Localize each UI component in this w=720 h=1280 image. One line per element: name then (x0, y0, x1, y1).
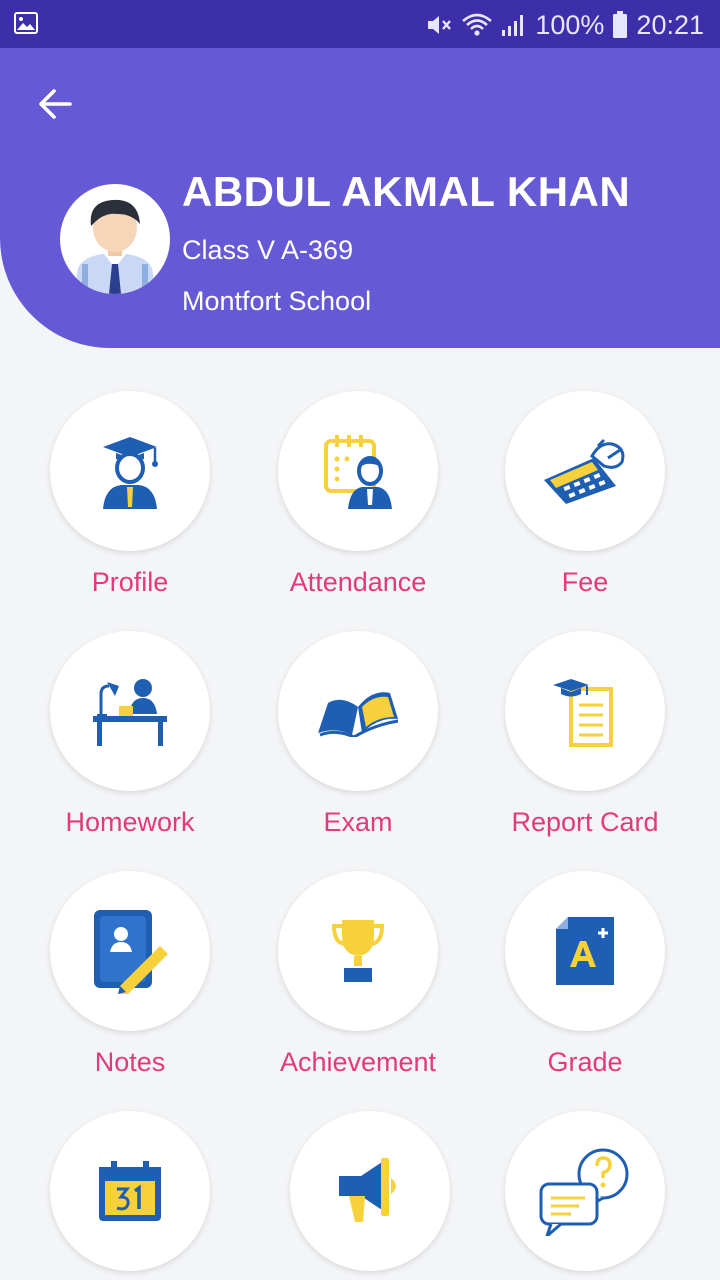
menu-support[interactable] (485, 1111, 685, 1271)
menu-profile[interactable]: Profile (30, 391, 230, 598)
battery-icon (613, 11, 628, 38)
support-circle (505, 1111, 665, 1271)
attendance-label: Attendance (289, 567, 427, 597)
report-card-icon (553, 679, 613, 747)
profile-header: ABDUL AKMAL KHAN Class V A-369 Montfort … (0, 48, 720, 348)
homework-label: Homework (65, 807, 195, 837)
homework-circle (50, 631, 210, 791)
report-card-label: Report Card (511, 807, 659, 837)
signal-icon (502, 15, 524, 36)
back-button[interactable] (30, 84, 80, 124)
clock: 20:21 (636, 9, 704, 40)
avatar (60, 184, 170, 294)
trophy-icon (331, 920, 385, 982)
fee-circle (505, 391, 665, 551)
attendance-circle (278, 391, 438, 551)
menu-homework[interactable]: Homework (30, 631, 230, 838)
grade-paper-icon (556, 917, 614, 985)
open-book-icon (318, 692, 399, 737)
menu-exam[interactable]: Exam (258, 631, 458, 838)
notes-label: Notes (94, 1047, 166, 1077)
gallery-icon (14, 12, 38, 34)
calendar-icon (99, 1161, 161, 1221)
grade-circle (505, 871, 665, 1031)
graduate-icon (103, 437, 158, 509)
study-desk-icon (93, 679, 167, 746)
menu-achievement[interactable]: Achievement (258, 871, 458, 1078)
profile-circle (50, 391, 210, 551)
student-school: Montfort School (182, 286, 372, 316)
menu-notes[interactable]: Notes (30, 871, 230, 1078)
attendance-icon (324, 435, 392, 509)
announcement-circle (290, 1111, 450, 1271)
menu-announcement[interactable] (270, 1111, 470, 1271)
menu-fee[interactable]: Fee (485, 391, 685, 598)
student-class: Class V A-369 (182, 235, 354, 265)
notes-icon (94, 910, 168, 994)
student-name: ABDUL AKMAL KHAN (182, 168, 631, 215)
menu-attendance[interactable]: Attendance (258, 391, 458, 598)
menu-report-card[interactable]: Report Card (485, 631, 685, 838)
fee-label: Fee (561, 567, 609, 597)
battery-percent: 100% (535, 9, 605, 40)
exam-circle (278, 631, 438, 791)
menu-grade[interactable]: Grade (485, 871, 685, 1078)
megaphone-icon (339, 1158, 396, 1222)
student-avatar-icon (74, 199, 156, 294)
calendar-circle (50, 1111, 210, 1271)
achievement-circle (278, 871, 438, 1031)
chat-question-icon (539, 1148, 629, 1236)
achievement-label: Achievement (279, 1047, 437, 1077)
grade-label: Grade (547, 1047, 623, 1077)
wifi-icon (462, 13, 493, 36)
exam-label: Exam (323, 807, 393, 837)
calculator-fee-icon (544, 438, 625, 504)
report-card-circle (505, 631, 665, 791)
notes-circle (50, 871, 210, 1031)
profile-label: Profile (91, 567, 169, 597)
status-bar: 100% 20:21 (0, 0, 720, 48)
menu-calendar[interactable] (30, 1111, 230, 1271)
arrow-left-icon (39, 89, 72, 119)
mute-icon (428, 16, 452, 34)
